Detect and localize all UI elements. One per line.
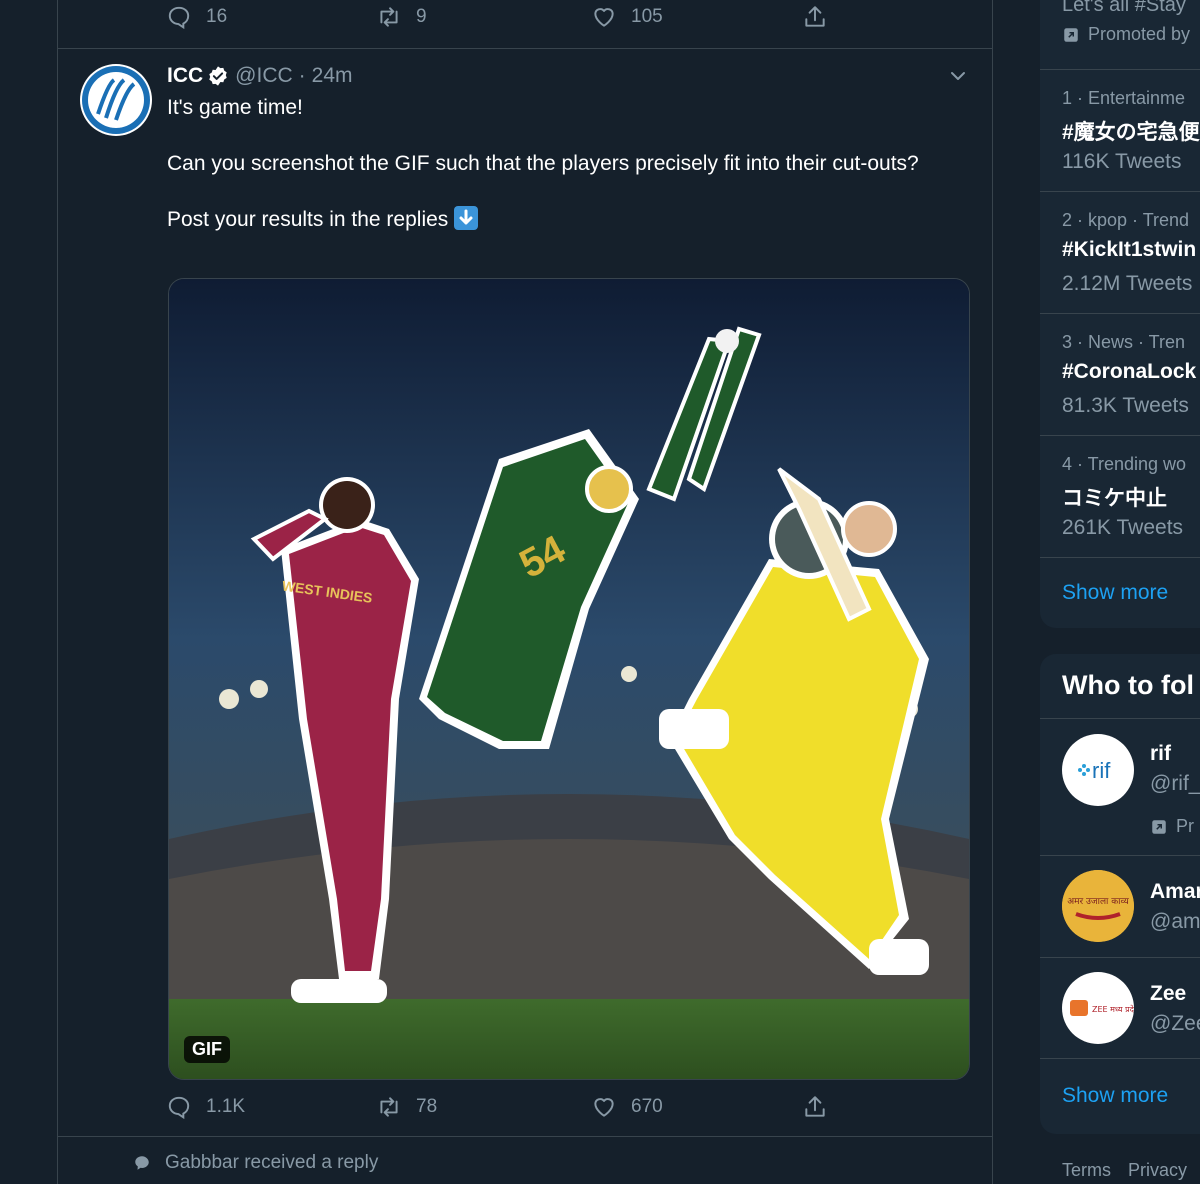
who-to-follow-show-more-link[interactable]: Show more	[1062, 1084, 1168, 1108]
tweet-line-1: It's game time!	[167, 96, 303, 119]
account-avatar[interactable]: अमर उजाला काव्य	[1062, 870, 1134, 942]
tweet-line-2: Can you screenshot the GIF such that the…	[167, 152, 919, 175]
heart-icon	[594, 1098, 614, 1117]
share-icon	[805, 1096, 825, 1117]
reply-icon	[168, 6, 190, 30]
retweet-count: 9	[416, 6, 427, 27]
author-name[interactable]: ICC	[167, 64, 203, 88]
tweet-actions: 1.1K 78 670	[166, 1094, 866, 1134]
avatar-text: अमर उजाला काव्य	[1067, 897, 1129, 907]
like-button[interactable]: 670	[591, 1094, 663, 1120]
reply-button[interactable]: 1.1K	[166, 1094, 245, 1120]
tweet-header: ICC @ICC · 24m	[167, 64, 353, 88]
account-avatar[interactable]: rif	[1062, 734, 1134, 806]
share-button[interactable]	[802, 1094, 842, 1120]
tweet-gif-media[interactable]: WEST INDIES 54 GIF	[168, 278, 970, 1080]
reply-notification[interactable]: Gabbbar received a reply	[133, 1152, 378, 1174]
trend-divider	[1040, 313, 1200, 314]
chevron-down-icon[interactable]	[946, 64, 970, 88]
like-count: 105	[631, 6, 663, 27]
like-count: 670	[631, 1096, 663, 1117]
reply-count: 16	[206, 6, 228, 27]
trend-meta: 2 · kpop · Trend	[1062, 210, 1190, 230]
trend-count: 2.12M Tweets	[1062, 272, 1193, 295]
account-handle: @rif_	[1150, 772, 1200, 795]
notification-text: Gabbbar received a reply	[165, 1152, 379, 1173]
gif-badge: GIF	[184, 1036, 230, 1063]
account-name: rif	[1150, 742, 1171, 765]
promoted-label: Pr	[1150, 816, 1194, 837]
promoted-label-text: Promoted by	[1088, 24, 1191, 44]
trend-name: #魔女の宅急便	[1062, 121, 1200, 144]
verified-badge-icon	[209, 66, 227, 86]
avatar-text: rif	[1092, 758, 1111, 783]
promoted-label-text: Pr	[1176, 816, 1194, 836]
trend-name: #KickIt1stwin	[1062, 238, 1197, 261]
retweet-count: 78	[416, 1096, 438, 1117]
trend-count: 261K Tweets	[1062, 516, 1184, 539]
tweet-time[interactable]: 24m	[312, 64, 353, 88]
trend-meta: 1 · Entertainme	[1062, 88, 1186, 108]
account-handle: @am	[1150, 910, 1200, 933]
panel-divider	[1040, 718, 1200, 719]
trend-divider	[1040, 557, 1200, 558]
trend-divider	[1040, 69, 1200, 70]
trend-meta: 3 · News · Tren	[1062, 332, 1186, 352]
account-handle: @Zee	[1150, 1012, 1200, 1035]
retweet-button[interactable]: 9	[376, 4, 427, 30]
trend-divider	[1040, 435, 1200, 436]
heart-icon	[594, 8, 614, 27]
trends-show-more-link[interactable]: Show more	[1062, 581, 1168, 605]
privacy-link[interactable]: Privacy	[1128, 1160, 1187, 1180]
account-name: Amar	[1150, 880, 1200, 903]
promoted-icon	[1064, 27, 1078, 42]
promoted-icon	[1152, 819, 1166, 834]
chat-bubble-icon	[135, 1156, 149, 1170]
prev-tweet-actions: 16 9 105	[166, 4, 866, 44]
promoted-trend[interactable]: Let's all #Stay	[1062, 0, 1186, 17]
retweet-button[interactable]: 78	[376, 1094, 437, 1120]
trend-meta: 4 · Trending wo	[1062, 454, 1187, 474]
tweet-line-3-text: Post your results in the replies	[167, 208, 449, 231]
trend-name: コミケ中止	[1062, 487, 1167, 510]
gif-scene: WEST INDIES 54	[169, 279, 969, 1079]
trend-divider	[1040, 191, 1200, 192]
panel-divider	[1040, 855, 1200, 856]
down-arrow-emoji-icon	[454, 206, 479, 230]
reply-button[interactable]: 16	[166, 4, 227, 30]
icc-avatar[interactable]	[80, 64, 152, 136]
like-button[interactable]: 105	[591, 4, 663, 30]
separator-dot: ·	[298, 64, 306, 87]
tweet-text: It's game time! Can you screenshot the G…	[167, 94, 947, 234]
author-handle[interactable]: @ICC	[235, 64, 292, 88]
who-to-follow-title: Who to fol	[1062, 670, 1194, 700]
trends-panel: Let's all #Stay Promoted by 1 · Entertai…	[1040, 0, 1200, 628]
panel-divider	[1040, 957, 1200, 958]
sidebar-footer: Terms Privacy	[1062, 1160, 1199, 1181]
share-button[interactable]	[802, 4, 842, 30]
trend-count: 81.3K Tweets	[1062, 394, 1189, 417]
tweet-divider	[58, 48, 992, 49]
trend-name: #CoronaLock	[1062, 360, 1197, 383]
who-to-follow-panel: Who to fol rif rif @rif_ Pr अमर उजाला का…	[1040, 654, 1200, 1134]
panel-divider	[1040, 1058, 1200, 1059]
retweet-icon	[380, 1097, 398, 1117]
reply-count: 1.1K	[206, 1096, 246, 1117]
promoted-label: Promoted by	[1062, 24, 1190, 45]
share-icon	[805, 6, 825, 27]
tweet-divider	[58, 1136, 992, 1137]
timeline-column: 16 9 105 ICC @ICC · 24m It's game time! …	[57, 0, 993, 1184]
trend-count: 116K Tweets	[1062, 150, 1182, 173]
account-name: Zee	[1150, 982, 1187, 1005]
tweet-line-3: Post your results in the replies	[167, 206, 947, 234]
reply-icon	[168, 1096, 190, 1120]
retweet-icon	[380, 7, 398, 27]
account-avatar[interactable]: ZEE मध्य प्रदेश छत्तीसगढ़	[1062, 972, 1134, 1044]
terms-link[interactable]: Terms	[1062, 1160, 1111, 1180]
avatar-text: ZEE मध्य प्रदेश छत्तीसगढ़	[1092, 1004, 1134, 1014]
